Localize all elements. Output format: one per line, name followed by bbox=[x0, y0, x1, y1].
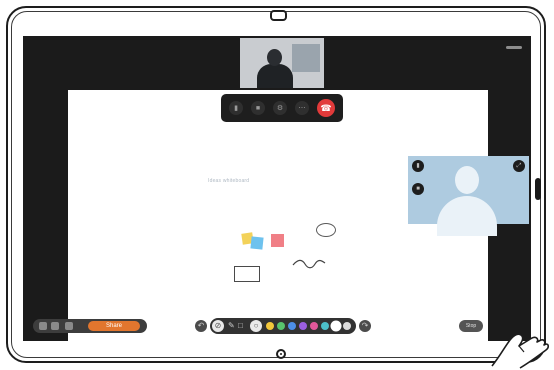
freehand-stroke[interactable] bbox=[291, 257, 327, 271]
color-swatch-teal[interactable] bbox=[321, 322, 329, 330]
microphone-icon[interactable]: ▮ bbox=[229, 101, 243, 115]
remote-avatar-head bbox=[455, 166, 479, 194]
video-camera-icon[interactable]: ■ bbox=[251, 101, 265, 115]
color-swatch-green[interactable] bbox=[277, 322, 285, 330]
home-button-icon[interactable] bbox=[276, 349, 286, 359]
color-swatch-yellow[interactable] bbox=[266, 322, 274, 330]
undo-icon[interactable]: ↶ bbox=[195, 320, 207, 332]
settings-icon[interactable]: ⚙ bbox=[273, 101, 287, 115]
redo-icon[interactable]: ↷ bbox=[359, 320, 371, 332]
rectangle-shape[interactable] bbox=[234, 266, 260, 282]
call-controls-bar: ▮ ■ ⚙ ⋯ ☎ bbox=[221, 94, 343, 122]
color-swatch-white[interactable] bbox=[332, 322, 340, 330]
end-call-button[interactable]: ☎ bbox=[317, 99, 335, 117]
color-swatch-blue[interactable] bbox=[288, 322, 296, 330]
self-view-video[interactable] bbox=[240, 38, 324, 88]
more-icon[interactable]: ⋯ bbox=[295, 101, 309, 115]
remote-avatar-body bbox=[437, 196, 497, 236]
expand-icon[interactable]: ⤢ bbox=[513, 160, 525, 172]
shape-tool-icon[interactable]: □ bbox=[238, 322, 243, 330]
self-view-background bbox=[292, 44, 320, 72]
sticky-note-pink[interactable] bbox=[271, 234, 284, 247]
layout-icon[interactable] bbox=[39, 322, 47, 330]
sticky-note-blue[interactable] bbox=[250, 236, 264, 250]
side-button bbox=[535, 178, 541, 200]
ellipse-shape[interactable] bbox=[316, 223, 336, 237]
status-indicator bbox=[506, 46, 522, 49]
mic-icon[interactable]: ▮ bbox=[412, 160, 424, 172]
color-ring-icon[interactable]: ○ bbox=[250, 320, 262, 332]
color-swatch-grey[interactable] bbox=[343, 322, 351, 330]
camera-icon bbox=[270, 10, 287, 21]
drawing-toolbar: ⊘ ✎ □ ○ bbox=[210, 318, 356, 334]
share-button[interactable]: Share bbox=[88, 321, 140, 331]
grid-icon[interactable] bbox=[51, 322, 59, 330]
pen-icon[interactable]: ✎ bbox=[228, 322, 235, 330]
whiteboard-text[interactable]: Ideas whiteboard bbox=[208, 178, 249, 184]
self-view-person-body bbox=[257, 64, 293, 88]
stop-sharing-button[interactable]: Stop bbox=[459, 320, 483, 332]
color-swatch-purple[interactable] bbox=[299, 322, 307, 330]
meeting-screen: ▮ ■ ⚙ ⋯ ☎ ▮ ■ ⤢ Ideas whiteboard Share ↶… bbox=[23, 36, 531, 341]
camera-toggle-icon[interactable]: ■ bbox=[412, 183, 424, 195]
document-icon[interactable] bbox=[65, 322, 73, 330]
hand-gesture-icon bbox=[491, 333, 550, 369]
color-swatch-pink[interactable] bbox=[310, 322, 318, 330]
sharing-controls: Share bbox=[33, 319, 147, 333]
end-call-icon: ☎ bbox=[320, 102, 332, 113]
remote-participant-tile[interactable]: ▮ ■ ⤢ bbox=[408, 156, 529, 236]
eraser-icon[interactable]: ⊘ bbox=[212, 320, 224, 332]
self-view-person-head bbox=[267, 49, 282, 66]
